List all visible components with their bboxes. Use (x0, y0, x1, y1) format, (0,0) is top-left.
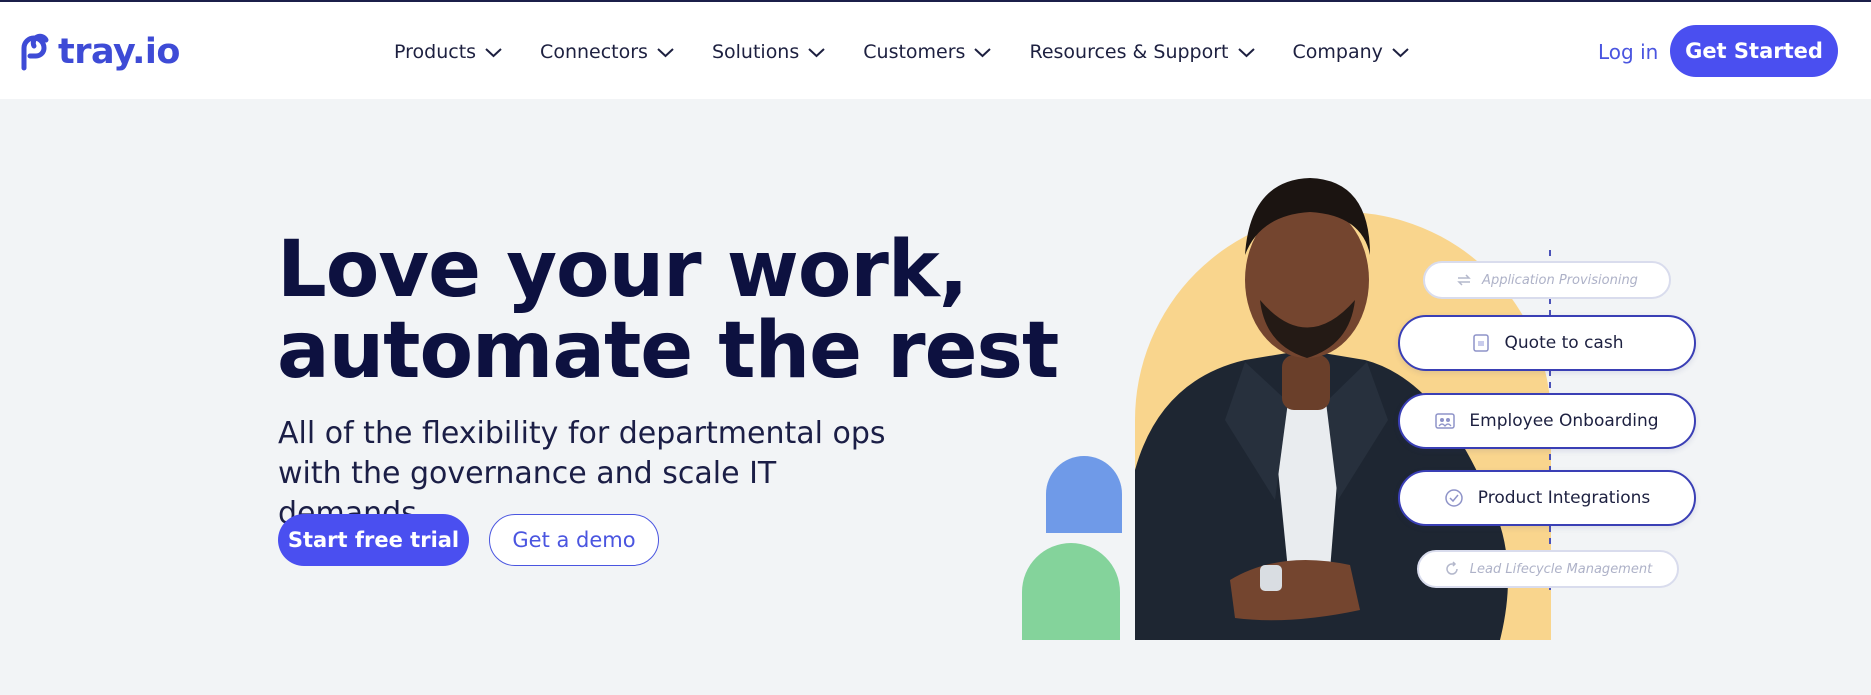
nav-solutions[interactable]: Solutions (712, 41, 825, 63)
chevron-down-icon (657, 47, 674, 57)
chevron-down-icon (974, 47, 992, 57)
pill-label: Lead Lifecycle Management (1469, 561, 1653, 577)
sync-icon (1457, 274, 1471, 286)
pill-employee-onboarding: Employee Onboarding (1398, 393, 1696, 449)
pill-product-integrations: Product Integrations (1398, 470, 1696, 526)
nav-label: Customers (863, 41, 966, 63)
nav-resources-support[interactable]: Resources & Support (1029, 41, 1255, 63)
login-link[interactable]: Log in (1598, 40, 1658, 64)
hero-visual: Application Provisioning Quote to cash E… (1020, 170, 1710, 640)
invoice-icon (1472, 334, 1489, 352)
pill-lead-lifecycle-management: Lead Lifecycle Management (1417, 550, 1679, 588)
tray-logo-icon (21, 33, 49, 71)
green-blob (1022, 543, 1120, 640)
nav-label: Resources & Support (1029, 41, 1229, 63)
chevron-down-icon (1392, 47, 1409, 57)
pill-label: Employee Onboarding (1469, 411, 1659, 431)
main-nav: Products Connectors Solutions Customers … (394, 32, 1447, 72)
check-circle-icon (1445, 489, 1463, 507)
pill-label: Product Integrations (1477, 488, 1651, 508)
get-started-button[interactable]: Get Started (1670, 25, 1838, 77)
nav-customers[interactable]: Customers (863, 41, 992, 63)
logo-text: tray.io (58, 32, 180, 72)
refresh-icon (1446, 561, 1458, 575)
nav-connectors[interactable]: Connectors (540, 41, 674, 63)
chevron-down-icon (808, 47, 825, 57)
nav-label: Company (1292, 41, 1383, 63)
pill-quote-to-cash: Quote to cash (1398, 315, 1696, 371)
hero-title-line2: automate the rest (277, 306, 1059, 396)
nav-label: Products (394, 41, 477, 63)
pill-application-provisioning: Application Provisioning (1423, 261, 1671, 299)
site-header: tray.io Products Connectors Solutions Cu… (0, 2, 1871, 99)
nav-products[interactable]: Products (394, 41, 502, 63)
hero-title-line1: Love your work, (277, 225, 968, 315)
chevron-down-icon (485, 47, 502, 57)
hero-title: Love your work, automate the rest (277, 230, 1059, 392)
nav-company[interactable]: Company (1293, 41, 1409, 63)
nav-label: Solutions (711, 41, 800, 63)
start-free-trial-button[interactable]: Start free trial (278, 514, 469, 566)
pill-label: Quote to cash (1504, 333, 1624, 353)
blue-blob (1046, 456, 1122, 533)
nav-label: Connectors (540, 41, 648, 63)
get-demo-button[interactable]: Get a demo (489, 514, 659, 566)
logo[interactable]: tray.io (16, 28, 180, 76)
team-icon (1435, 413, 1456, 429)
chevron-down-icon (1237, 47, 1255, 57)
pill-label: Application Provisioning (1482, 272, 1638, 288)
